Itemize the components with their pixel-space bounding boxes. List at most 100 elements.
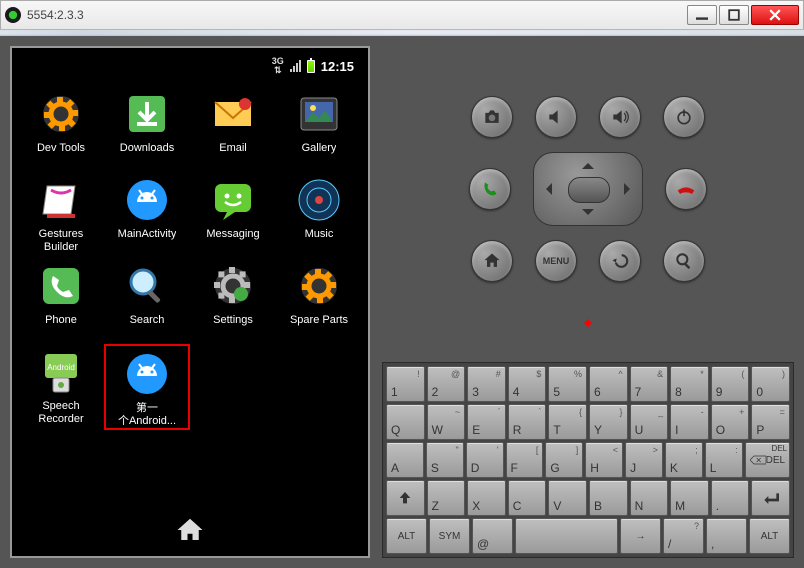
maximize-button[interactable] [719,5,749,25]
key-j[interactable]: J> [625,442,663,478]
key-k[interactable]: K; [665,442,703,478]
app-music[interactable]: Music [276,172,362,254]
camera-button[interactable] [471,96,513,138]
messaging-icon [209,176,257,224]
minimize-button[interactable] [687,5,717,25]
spare-parts-label: Spare Parts [290,314,348,340]
battery-icon [307,60,315,73]
home-button[interactable] [471,240,513,282]
app-phone[interactable]: Phone [18,258,104,340]
key-u[interactable]: U_ [630,404,669,440]
app-messaging[interactable]: Messaging [190,172,276,254]
app-search[interactable]: Search [104,258,190,340]
key-alt[interactable]: ALT [749,518,790,554]
key-enter[interactable] [751,480,790,516]
key-shift[interactable] [386,480,425,516]
key-sym[interactable]: SYM [429,518,470,554]
music-label: Music [305,228,334,254]
downloads-label: Downloads [120,142,174,168]
key-.[interactable]: . [711,480,750,516]
gallery-label: Gallery [302,142,337,168]
app-main-activity[interactable]: MainActivity [104,172,190,254]
key-o[interactable]: O+ [711,404,750,440]
app-settings[interactable]: Settings [190,258,276,340]
key-del[interactable]: DELDEL [745,442,790,478]
key-q[interactable]: Q [386,404,425,440]
key-g[interactable]: G] [545,442,583,478]
key-@[interactable]: @ [472,518,513,554]
key-y[interactable]: Y} [589,404,628,440]
gestures-builder-icon [37,176,85,224]
key-e[interactable]: E´ [467,404,506,440]
key-c[interactable]: C [508,480,547,516]
key-/[interactable]: /? [663,518,704,554]
key-3[interactable]: 3# [467,366,506,402]
app-downloads[interactable]: Downloads [104,86,190,168]
key-s[interactable]: S" [426,442,464,478]
call-button[interactable] [469,168,511,210]
settings-label: Settings [213,314,253,340]
phone-label: Phone [45,314,77,340]
app-email[interactable]: Email [190,86,276,168]
window-titlebar: 5554:2.3.3 [0,0,804,30]
music-icon [295,176,343,224]
network-3g-icon: 3G⇅ [272,57,284,75]
end-call-button[interactable] [665,168,707,210]
gallery-icon [295,90,343,138]
vol-up-button[interactable] [599,96,641,138]
email-icon [209,90,257,138]
key-space[interactable] [515,518,618,554]
key-9[interactable]: 9( [711,366,750,402]
app-dev-tools[interactable]: Dev Tools [18,86,104,168]
key-1[interactable]: 1! [386,366,425,402]
app-gestures-builder[interactable]: Gestures Builder [18,172,104,254]
key-8[interactable]: 8* [670,366,709,402]
key-0[interactable]: 0) [751,366,790,402]
key-alt[interactable]: ALT [386,518,427,554]
key-m[interactable]: M [670,480,709,516]
key-p[interactable]: P= [751,404,790,440]
gestures-builder-label: Gestures Builder [39,228,84,254]
key-n[interactable]: N [630,480,669,516]
key-t[interactable]: T{ [548,404,587,440]
hardware-keyboard: 1!2@3#4$5%6^7&8*9(0) QW~E´R`T{Y}U_I-O+P= A… [382,362,794,558]
key-5[interactable]: 5% [548,366,587,402]
app-spare-parts[interactable]: Spare Parts [276,258,362,340]
first-android-label: 第一 个Android... [118,402,176,428]
clock: 12:15 [321,59,354,74]
key-d[interactable]: D' [466,442,504,478]
menu-button[interactable]: MENU [535,240,577,282]
key-z[interactable]: Z [427,480,466,516]
phone-icon [37,262,85,310]
main-activity-icon [123,176,171,224]
key-r[interactable]: R` [508,404,547,440]
email-label: Email [219,142,247,168]
key-→[interactable]: → [620,518,661,554]
power-button[interactable] [663,96,705,138]
vol-down-button[interactable] [535,96,577,138]
key-b[interactable]: B [589,480,628,516]
app-speech-recorder[interactable]: Android Speech Recorder [18,344,104,430]
back-button[interactable] [599,240,641,282]
key-f[interactable]: F[ [506,442,544,478]
home-softkey[interactable] [175,515,205,550]
key-x[interactable]: X [467,480,506,516]
key-l[interactable]: L: [705,442,743,478]
key-2[interactable]: 2@ [427,366,466,402]
key-6[interactable]: 6^ [589,366,628,402]
search-icon [123,262,171,310]
key-7[interactable]: 7& [630,366,669,402]
key-v[interactable]: V [548,480,587,516]
close-button[interactable] [751,5,799,25]
key-h[interactable]: H< [585,442,623,478]
led-indicator: ✦ [581,314,594,334]
key-a[interactable]: A [386,442,424,478]
key-4[interactable]: 4$ [508,366,547,402]
search-button[interactable] [663,240,705,282]
key-w[interactable]: W~ [427,404,466,440]
dpad[interactable] [533,152,643,226]
app-first-android[interactable]: 第一 个Android... [104,344,190,430]
key-,[interactable]: , [706,518,747,554]
key-i[interactable]: I- [670,404,709,440]
app-gallery[interactable]: Gallery [276,86,362,168]
